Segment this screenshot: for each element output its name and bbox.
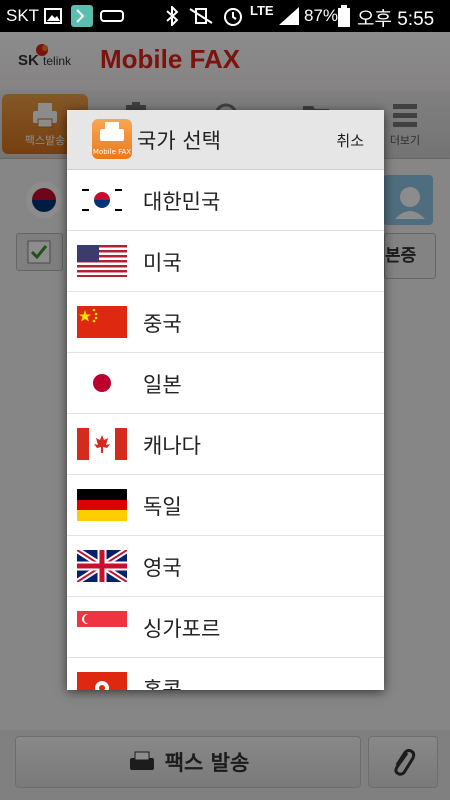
country-name: 홍콩 — [143, 678, 182, 690]
vibrate-mute-icon — [189, 8, 213, 24]
uk-flag-icon — [77, 550, 127, 582]
japan-flag-icon — [77, 367, 127, 399]
country-row-singapore[interactable]: 싱가포르 — [67, 597, 384, 658]
country-name: 싱가포르 — [143, 617, 221, 641]
country-name: 대한민국 — [143, 190, 221, 214]
dialog-header: Mobile FAX 국가 선택 취소 — [67, 110, 384, 170]
country-name: 중국 — [143, 312, 182, 336]
country-row-usa[interactable]: 미국 — [67, 231, 384, 292]
fax-icon — [100, 122, 124, 141]
canada-flag-icon — [77, 428, 127, 460]
country-row-canada[interactable]: 캐나다 — [67, 414, 384, 475]
hongkong-flag-icon — [77, 672, 127, 690]
country-name: 캐나다 — [143, 434, 201, 458]
korea-flag-icon — [77, 184, 127, 216]
country-row-japan[interactable]: 일본 — [67, 353, 384, 414]
country-select-dialog: Mobile FAX 국가 선택 취소 대한민국 미국 중국 일본 캐나다 독일… — [67, 110, 384, 690]
bluetooth-icon — [166, 6, 179, 26]
network-type-label: LTE — [250, 3, 274, 18]
app-notification-icon — [71, 5, 93, 27]
country-row-china[interactable]: 중국 — [67, 292, 384, 353]
battery-icon — [338, 5, 350, 27]
gallery-icon — [44, 8, 62, 24]
singapore-flag-icon — [77, 611, 127, 643]
germany-flag-icon — [77, 489, 127, 521]
clock: 오후 5:55 — [357, 9, 435, 30]
alarm-icon — [224, 8, 242, 26]
storage-icon — [100, 10, 124, 22]
country-name: 영국 — [143, 556, 182, 580]
usa-flag-icon — [77, 245, 127, 277]
status-bar: SKT LTE 87% 오후 5:55 — [0, 0, 450, 32]
mobile-fax-app-icon: Mobile FAX — [92, 119, 132, 159]
country-row-hongkong[interactable]: 홍콩 — [67, 658, 384, 690]
country-row-germany[interactable]: 독일 — [67, 475, 384, 536]
dialog-title: 국가 선택 — [137, 129, 221, 153]
cancel-button[interactable]: 취소 — [336, 130, 364, 151]
china-flag-icon — [77, 306, 127, 338]
country-row-korea[interactable]: 대한민국 — [67, 170, 384, 231]
country-name: 일본 — [143, 373, 182, 397]
country-name: 독일 — [143, 495, 182, 519]
country-row-uk[interactable]: 영국 — [67, 536, 384, 597]
battery-percent: 87% — [304, 6, 339, 25]
signal-icon — [279, 7, 299, 25]
carrier-label: SKT — [6, 6, 40, 25]
country-name: 미국 — [143, 251, 182, 275]
